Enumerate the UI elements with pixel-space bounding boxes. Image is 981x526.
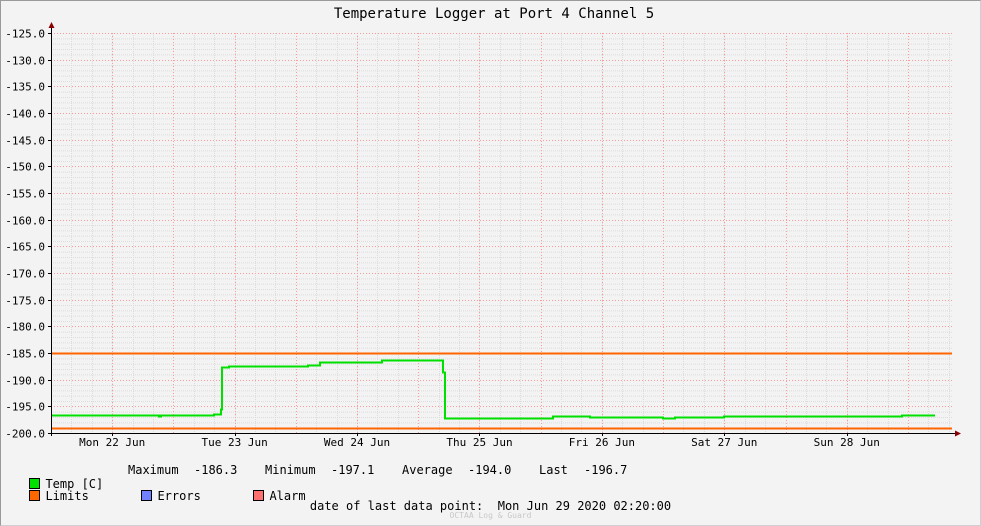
- x-tick-label: Sat 27 Jun: [691, 436, 757, 449]
- avg-label: Average: [402, 463, 453, 477]
- watermark: OCTAA Log & Guard: [449, 511, 532, 520]
- last-label: Last: [539, 463, 568, 477]
- y-axis-tick-labels: -125.0 -130.0 -135.0 -140.0 -145.0 -150.0 -155…: [5, 28, 45, 441]
- y-tick-label: -135.0: [5, 81, 45, 94]
- y-tick-label: -180.0: [5, 321, 45, 334]
- y-tick-label: -190.0: [5, 375, 45, 388]
- x-tick-label: Tue 23 Jun: [202, 436, 268, 449]
- y-tick-label: -150.0: [5, 161, 45, 174]
- y-tick-label: -140.0: [5, 108, 45, 121]
- x-axis-tick-labels: Mon 22 Jun Tue 23 Jun Wed 24 Jun Thu 25 Jun…: [79, 436, 880, 449]
- y-axis-arrow: [48, 22, 55, 28]
- y-tick-label: -175.0: [5, 295, 45, 308]
- y-tick-label: -160.0: [5, 215, 45, 228]
- x-tick-label: Fri 26 Jun: [569, 436, 635, 449]
- temperature-chart: Temperature Logger at Port 4 Channel 5 -…: [5, 6, 961, 449]
- y-tick-label: -155.0: [5, 188, 45, 201]
- y-tick-label: -165.0: [5, 241, 45, 254]
- x-tick-label: Wed 24 Jun: [324, 436, 390, 449]
- y-tick-label: -195.0: [5, 401, 45, 414]
- x-axis-arrow: [955, 430, 961, 437]
- chart-title: Temperature Logger at Port 4 Channel 5: [334, 6, 654, 22]
- axes: [48, 22, 961, 437]
- last-value: -196.7: [584, 463, 628, 477]
- y-tick-label: -185.0: [5, 348, 45, 361]
- x-tick-label: Thu 25 Jun: [446, 436, 512, 449]
- y-tick-label: -145.0: [5, 135, 45, 148]
- y-tick-label: -200.0: [5, 428, 45, 441]
- y-tick-label: -130.0: [5, 55, 45, 68]
- x-tick-label: Sun 28 Jun: [814, 436, 880, 449]
- min-value: -197.1: [331, 463, 375, 477]
- y-tick-label: -170.0: [5, 268, 45, 281]
- avg-value: -194.0: [468, 463, 512, 477]
- grid: [48, 33, 952, 436]
- x-tick-label: Mon 22 Jun: [79, 436, 145, 449]
- y-tick-label: -125.0: [5, 28, 45, 41]
